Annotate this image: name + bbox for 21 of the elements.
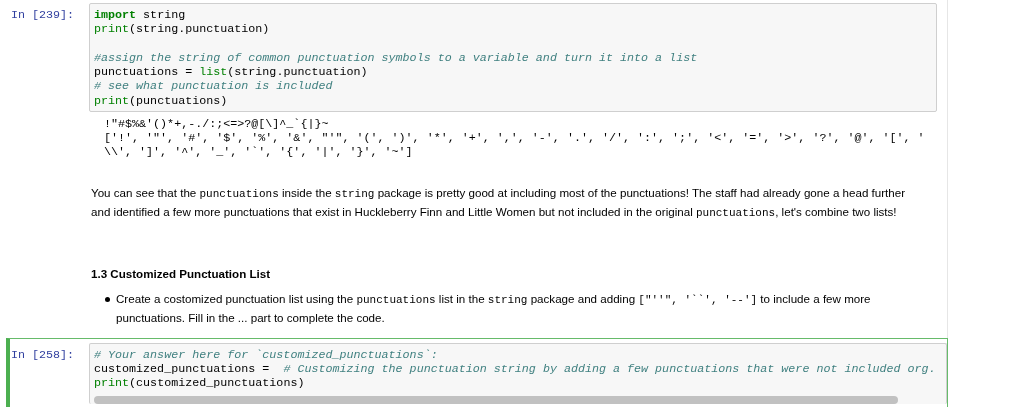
code-line: import string [94, 8, 187, 23]
code-line: print(customized_punctuations) [94, 376, 306, 391]
section-heading: 1.3 Customized Punctuation List [91, 265, 272, 282]
code-line: # see what punctuation is included [94, 79, 334, 94]
code-line: # Your answer here for `customized_punctuations`: [94, 347, 439, 362]
code-line: print(string.punctuation) [94, 22, 271, 37]
output-line: ['!', '"', '#', '$', '%', '&', "'", '(', ')', '*', '+', ',', '-', '.', '/', ':', ';', '<', '=', '>', '?', '@', '[', ' [104, 131, 926, 146]
paragraph: You can see that the punctuations inside the string package is pretty good at including most of the punctuations! The staff had already gone a head further and identified a few more punctuations that exist in Huckleberry Finn and Little Women but not included in the original punctuations, let's combine two lists! [91, 184, 907, 221]
cell-prompt: In [258]: [11, 346, 76, 364]
cell-prompt: In [239]: [11, 7, 76, 24]
horizontal-scrollbar[interactable] [94, 395, 898, 404]
code-line: print(punctuations) [94, 93, 229, 109]
output-line: \\', ']', '^', '_', '`', '{', '|', '}', '~'] [104, 145, 414, 160]
bullet-icon [105, 296, 110, 302]
code-line: #assign the string of common punctuation symbols to a variable and turn it into a list [94, 50, 699, 66]
bullet-item: Create a costomized punctuation list using the punctuations list in the string package and adding ["''", '``', '--'] to include a few more punctuations. Fill in the ... part to complete the code. [116, 290, 872, 326]
code-line: customized_punctuations = # Customizing the punctuation string by adding a few punctuations that were not included org. [94, 362, 937, 377]
output-line: !"#$%&'()*+,-./:;<=>?@[\]^_`{|}~ [104, 117, 330, 132]
code-line: punctuations = list(string.punctuation) [94, 65, 369, 80]
code-input[interactable]: # Your answer here for `customized_punctuations`: customized_punctuations = # Customizing the punctuation string by adding a few punctuations that were not included org. print(customized_punctuations) [89, 342, 947, 404]
code-input[interactable] [89, 3, 937, 113]
